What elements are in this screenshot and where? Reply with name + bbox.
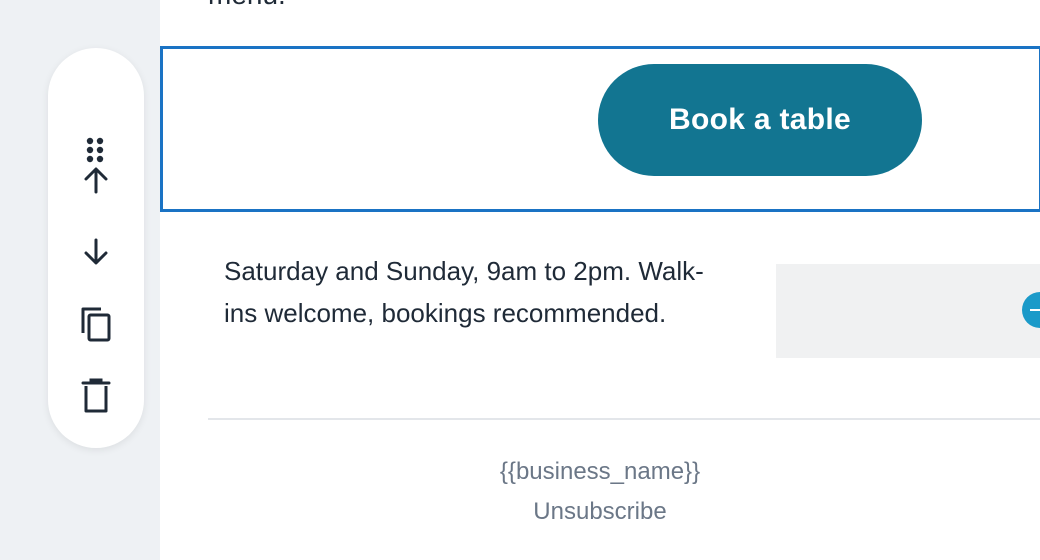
block-toolbar bbox=[48, 48, 144, 448]
delete-button[interactable] bbox=[72, 372, 120, 420]
arrow-down-icon bbox=[84, 238, 108, 265]
footer-divider bbox=[208, 418, 1040, 420]
image-placeholder[interactable] bbox=[776, 264, 1040, 358]
book-a-table-button[interactable]: Book a table bbox=[598, 64, 922, 176]
duplicate-button[interactable] bbox=[72, 300, 120, 348]
hours-text[interactable]: Saturday and Sunday, 9am to 2pm. Walk-in… bbox=[224, 250, 724, 334]
duplicate-icon bbox=[81, 307, 111, 342]
footer-business-name: {{business_name}} bbox=[499, 458, 701, 485]
unsubscribe-link[interactable]: Unsubscribe bbox=[533, 498, 666, 526]
move-up-button[interactable] bbox=[72, 156, 120, 204]
email-canvas: menu. Book a table Saturday and Sunday, … bbox=[160, 0, 1040, 560]
trash-icon bbox=[81, 378, 111, 413]
move-down-button[interactable] bbox=[72, 228, 120, 276]
arrow-up-icon bbox=[84, 167, 108, 194]
previous-block-text[interactable]: menu. bbox=[208, 0, 286, 12]
